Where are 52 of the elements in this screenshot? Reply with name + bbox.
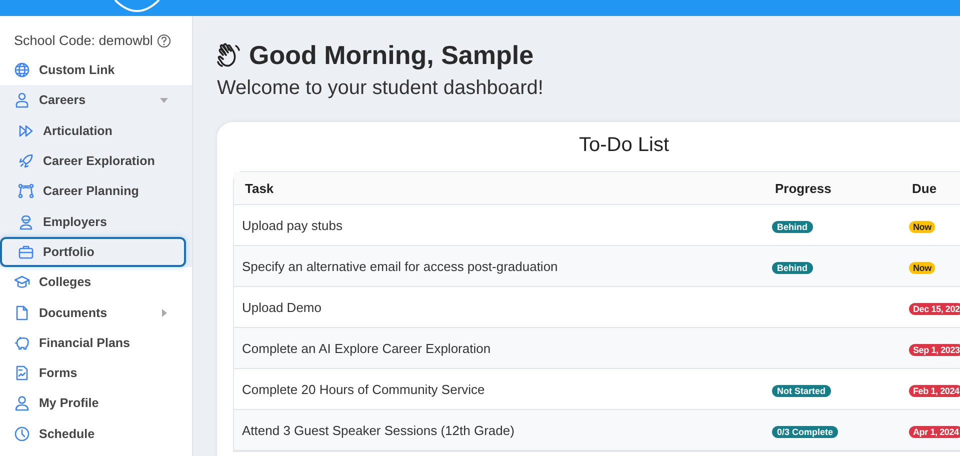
due-badge: Now [909,220,936,232]
progress-badge: Behind [772,262,812,274]
task-cell-text: Complete an AI Explore Career Exploration [241,340,492,356]
briefcase-icon [18,244,34,260]
nav-item[interactable]: Careers [0,85,186,116]
waving-hand-icon [217,42,241,68]
clock-icon [14,426,30,442]
greeting-heading: Good Morning, Sample [249,40,534,71]
nav-item[interactable]: Documents [0,297,186,328]
column-header: Task [244,180,275,196]
nav-item[interactable]: Colleges [0,267,186,298]
graduation-cap-icon [14,274,30,290]
progress-badge: Not Started [772,384,831,396]
fast-forward-icon [18,122,34,139]
due-badge: Feb 1, 2024 [909,384,960,396]
card-title: To-Do List [578,134,670,157]
worker-icon [18,214,34,230]
nav-item[interactable]: My Profile [0,388,186,419]
nav-item[interactable]: Articulation [0,116,186,146]
nodes-icon [18,183,34,200]
due-badge: Apr 1, 2024 [909,426,960,438]
nav-item[interactable]: Employers [0,206,186,237]
progress-badge: 0/3 Complete [772,426,838,438]
nav-item[interactable]: Financial Plans [0,328,186,358]
due-badge: Dec 15, 202 [909,302,960,314]
school-code: School Code: demowbl [14,33,153,48]
column-header: Due [911,180,938,196]
nav-item[interactable]: Schedule [0,418,186,449]
nav-item[interactable]: Portfolio [0,236,186,268]
help-icon[interactable] [156,34,171,48]
due-badge: Now [909,262,936,274]
person-icon [14,92,30,108]
welcome-text: Welcome to your student dashboard! [217,77,544,100]
piggy-bank-icon [14,334,30,351]
document-icon [14,304,30,321]
nav-item[interactable]: Custom Link [0,55,186,86]
rocket-icon [18,153,34,170]
nav-item[interactable]: Career Planning [0,176,186,206]
progress-badge: Behind [772,220,812,232]
task-cell-text: Upload pay stubs [241,218,344,232]
globe-icon [14,62,30,78]
task-cell-text: Attend 3 Guest Speaker Sessions (12th Grade) [241,422,516,438]
column-header: Progress [774,180,832,196]
form-icon [14,365,30,382]
due-badge: Sep 1, 2023 [909,344,960,356]
nav-item[interactable]: Forms [0,358,186,388]
task-cell-text: Complete 20 Hours of Community Service [241,382,486,396]
user-icon [14,395,30,412]
logo-icon[interactable] [113,0,161,12]
task-cell-text: Upload Demo [241,300,322,314]
task-cell-text: Specify an alternative email for access post-graduation [241,258,559,274]
nav-item[interactable]: Career Exploration [0,146,186,176]
